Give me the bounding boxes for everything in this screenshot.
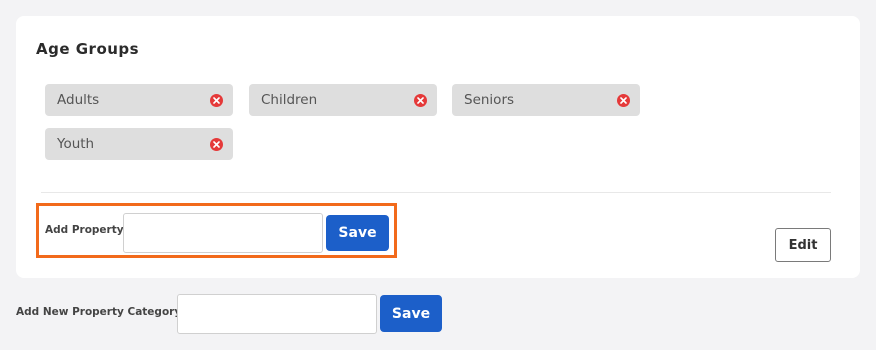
- tag-youth: Youth: [45, 128, 233, 160]
- tag-adults: Adults: [45, 84, 233, 116]
- add-property-input[interactable]: [123, 213, 323, 253]
- remove-tag-icon[interactable]: [210, 93, 223, 107]
- remove-tag-icon[interactable]: [617, 93, 630, 107]
- tag-children: Children: [249, 84, 437, 116]
- add-category-label: Add New Property Category: [16, 306, 182, 318]
- add-category-input[interactable]: [177, 294, 377, 334]
- section-title: Age Groups: [36, 40, 140, 58]
- remove-tag-icon[interactable]: [414, 93, 427, 107]
- tag-label: Children: [261, 92, 318, 108]
- divider: [41, 192, 831, 193]
- edit-button[interactable]: Edit: [775, 228, 831, 262]
- tag-label: Youth: [57, 136, 95, 152]
- remove-tag-icon[interactable]: [210, 137, 223, 151]
- tag-seniors: Seniors: [452, 84, 640, 116]
- tag-label: Adults: [57, 92, 100, 108]
- age-groups-card: Age Groups Adults Children Seniors Youth…: [16, 16, 860, 278]
- save-property-button[interactable]: Save: [326, 215, 389, 251]
- save-category-button[interactable]: Save: [380, 295, 442, 332]
- tag-label: Seniors: [464, 92, 515, 108]
- add-property-label: Add Property: [45, 224, 124, 236]
